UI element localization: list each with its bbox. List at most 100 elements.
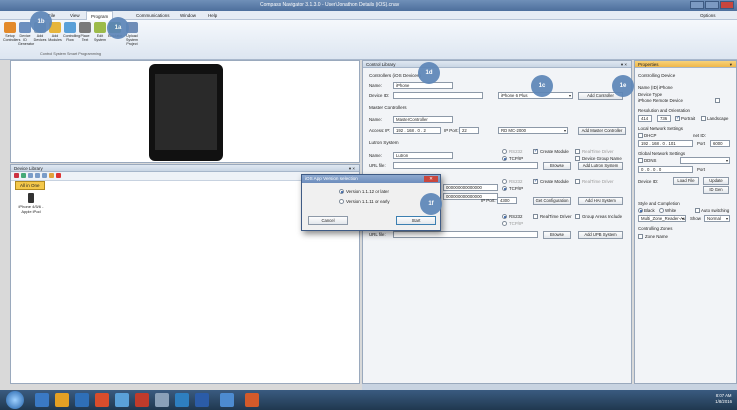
update-button[interactable]: Update xyxy=(703,177,729,185)
hai-code-input[interactable]: 000000000000000 xyxy=(443,184,498,191)
upb-url-input[interactable] xyxy=(393,231,538,238)
device-group-checkbox[interactable] xyxy=(575,156,580,161)
prop-name-value[interactable]: iPhone xyxy=(659,85,673,90)
copy-icon[interactable] xyxy=(28,173,33,178)
local-ip-input[interactable]: 192 . 168 . 0 . 101 xyxy=(638,140,693,147)
controller-name-input[interactable]: iPhone xyxy=(393,82,453,89)
master-ip-input[interactable]: 192 . 168 . 0 . 2 xyxy=(393,127,441,134)
dialog-cancel-button[interactable]: Cancel xyxy=(308,216,348,225)
lutron-name-input[interactable]: Lutron xyxy=(393,152,453,159)
minimize-button[interactable] xyxy=(690,1,704,9)
menu-view[interactable]: View xyxy=(70,13,80,18)
lutron-realtime-label: RealTime Driver xyxy=(582,149,614,154)
pin-icon[interactable]: ▾ xyxy=(730,62,732,68)
group-areas-checkbox[interactable] xyxy=(575,214,580,219)
portrait-checkbox[interactable] xyxy=(675,115,680,121)
zone-name-checkbox[interactable] xyxy=(638,234,643,239)
chrome-taskbar-icon[interactable] xyxy=(115,393,129,407)
delete-icon[interactable] xyxy=(56,173,61,178)
load-file-button[interactable]: Load File xyxy=(673,177,699,185)
white-radio[interactable] xyxy=(659,208,664,213)
media-taskbar-icon[interactable] xyxy=(95,393,109,407)
filter-icon[interactable] xyxy=(14,173,19,178)
options-menu[interactable]: Options xyxy=(700,13,716,18)
tab-all-in-one[interactable]: All in One xyxy=(15,181,45,190)
local-port-input[interactable]: 6000 xyxy=(710,140,730,147)
res-width-input[interactable]: 414 xyxy=(638,115,652,122)
lutron-rs232-radio[interactable] xyxy=(502,149,507,154)
folder-icon[interactable] xyxy=(42,173,47,178)
ddns-select[interactable] xyxy=(680,157,730,164)
taskbar-clock[interactable]: 8:07 AM 1/8/2016 xyxy=(715,393,732,405)
upb-browse-button[interactable]: Browse xyxy=(543,231,571,239)
lutron-realtime-checkbox[interactable] xyxy=(575,149,580,154)
device-id-input[interactable] xyxy=(393,92,483,99)
menu-window[interactable]: Window xyxy=(180,13,196,18)
upb-realtime-checkbox[interactable] xyxy=(533,214,538,219)
lutron-create-module-checkbox[interactable] xyxy=(533,148,538,154)
upb-tcpip-radio[interactable] xyxy=(502,221,507,226)
place-text-button[interactable]: Place Text xyxy=(78,22,92,42)
hai-realtime-label: RealTime Driver xyxy=(582,179,614,184)
word-taskbar-icon[interactable] xyxy=(195,393,209,407)
show-select[interactable]: Normal xyxy=(704,215,730,222)
get-configuration-button[interactable]: Get Configuration xyxy=(533,197,571,205)
version-old-radio[interactable] xyxy=(339,199,344,204)
hai-create-module-checkbox[interactable] xyxy=(533,178,538,184)
edit-system-button[interactable]: Edit System xyxy=(93,22,107,42)
res-height-input[interactable]: 736 xyxy=(657,115,671,122)
start-button[interactable] xyxy=(6,391,24,409)
hai-port-input[interactable]: 4300 xyxy=(497,197,517,204)
id-gen-button[interactable]: ID Gen xyxy=(703,186,729,194)
black-radio[interactable] xyxy=(638,208,643,213)
device-id-label: Device ID: xyxy=(369,93,390,98)
dialog-close-button[interactable]: ✕ xyxy=(424,176,438,182)
settings-taskbar-icon[interactable] xyxy=(175,393,189,407)
add-master-controller-button[interactable]: Add Master Controller xyxy=(578,127,626,135)
design-canvas[interactable] xyxy=(10,60,360,163)
add-lutron-button[interactable]: Add Lutron System xyxy=(578,162,623,170)
device-item-iphone[interactable]: iPhone 4/5/6 - Apple iPod xyxy=(15,193,47,214)
style-select[interactable]: Multi_Zone_Reader-Au xyxy=(638,215,686,222)
close-button[interactable] xyxy=(720,1,734,9)
upb-rs232-radio[interactable] xyxy=(502,214,507,219)
master-name-input[interactable]: MasterController xyxy=(393,116,453,123)
ribbon-group-caption: Control System Smart Programming xyxy=(40,52,101,56)
maximize-button[interactable] xyxy=(705,1,719,9)
version-new-radio[interactable] xyxy=(339,189,344,194)
tool-taskbar-icon[interactable] xyxy=(135,393,149,407)
master-section-title: Master Controllers xyxy=(369,105,407,110)
controlling-flow-button[interactable]: Controlling Flow xyxy=(63,22,80,42)
setup-controllers-button[interactable]: Setup Controllers xyxy=(3,22,20,42)
add-upb-button[interactable]: Add UPB System xyxy=(578,231,623,239)
check-icon[interactable] xyxy=(21,173,26,178)
hai-rs232-radio[interactable] xyxy=(502,179,507,184)
add-hai-button[interactable]: Add HAI System xyxy=(578,197,623,205)
compass-taskbar-icon[interactable] xyxy=(220,393,234,407)
outlook-taskbar-icon[interactable] xyxy=(75,393,89,407)
ddns-checkbox[interactable] xyxy=(638,158,643,163)
explorer-taskbar-icon[interactable] xyxy=(35,393,49,407)
auto-switching-checkbox[interactable] xyxy=(695,208,700,213)
hai-realtime-checkbox[interactable] xyxy=(575,179,580,184)
status-bar-checkbox[interactable] xyxy=(715,98,720,103)
dhcp-checkbox[interactable] xyxy=(638,133,643,138)
pin-icon[interactable]: ▾ × xyxy=(621,62,627,68)
menu-communications[interactable]: Communications xyxy=(136,13,170,18)
lutron-browse-button[interactable]: Browse xyxy=(543,162,571,170)
master-model-select[interactable]: RD MC-2000 xyxy=(498,127,568,134)
folder-taskbar-icon[interactable] xyxy=(55,393,69,407)
lutron-url-input[interactable] xyxy=(393,162,538,169)
calculator-taskbar-icon[interactable] xyxy=(155,393,169,407)
powerpoint-taskbar-icon[interactable] xyxy=(245,393,259,407)
lutron-tcpip-radio[interactable] xyxy=(502,156,507,161)
landscape-checkbox[interactable] xyxy=(701,116,706,121)
paste-icon[interactable] xyxy=(35,173,40,178)
menu-help[interactable]: Help xyxy=(208,13,217,18)
ext-ip-input[interactable]: 0 . 0 . 0 . 0 xyxy=(638,166,693,173)
import-icon[interactable] xyxy=(49,173,54,178)
portrait-label: Portrait xyxy=(681,116,696,121)
hai-tcpip-radio[interactable] xyxy=(502,186,507,191)
dialog-start-button[interactable]: Start xyxy=(396,216,436,225)
master-port-input[interactable]: 22 xyxy=(459,127,479,134)
